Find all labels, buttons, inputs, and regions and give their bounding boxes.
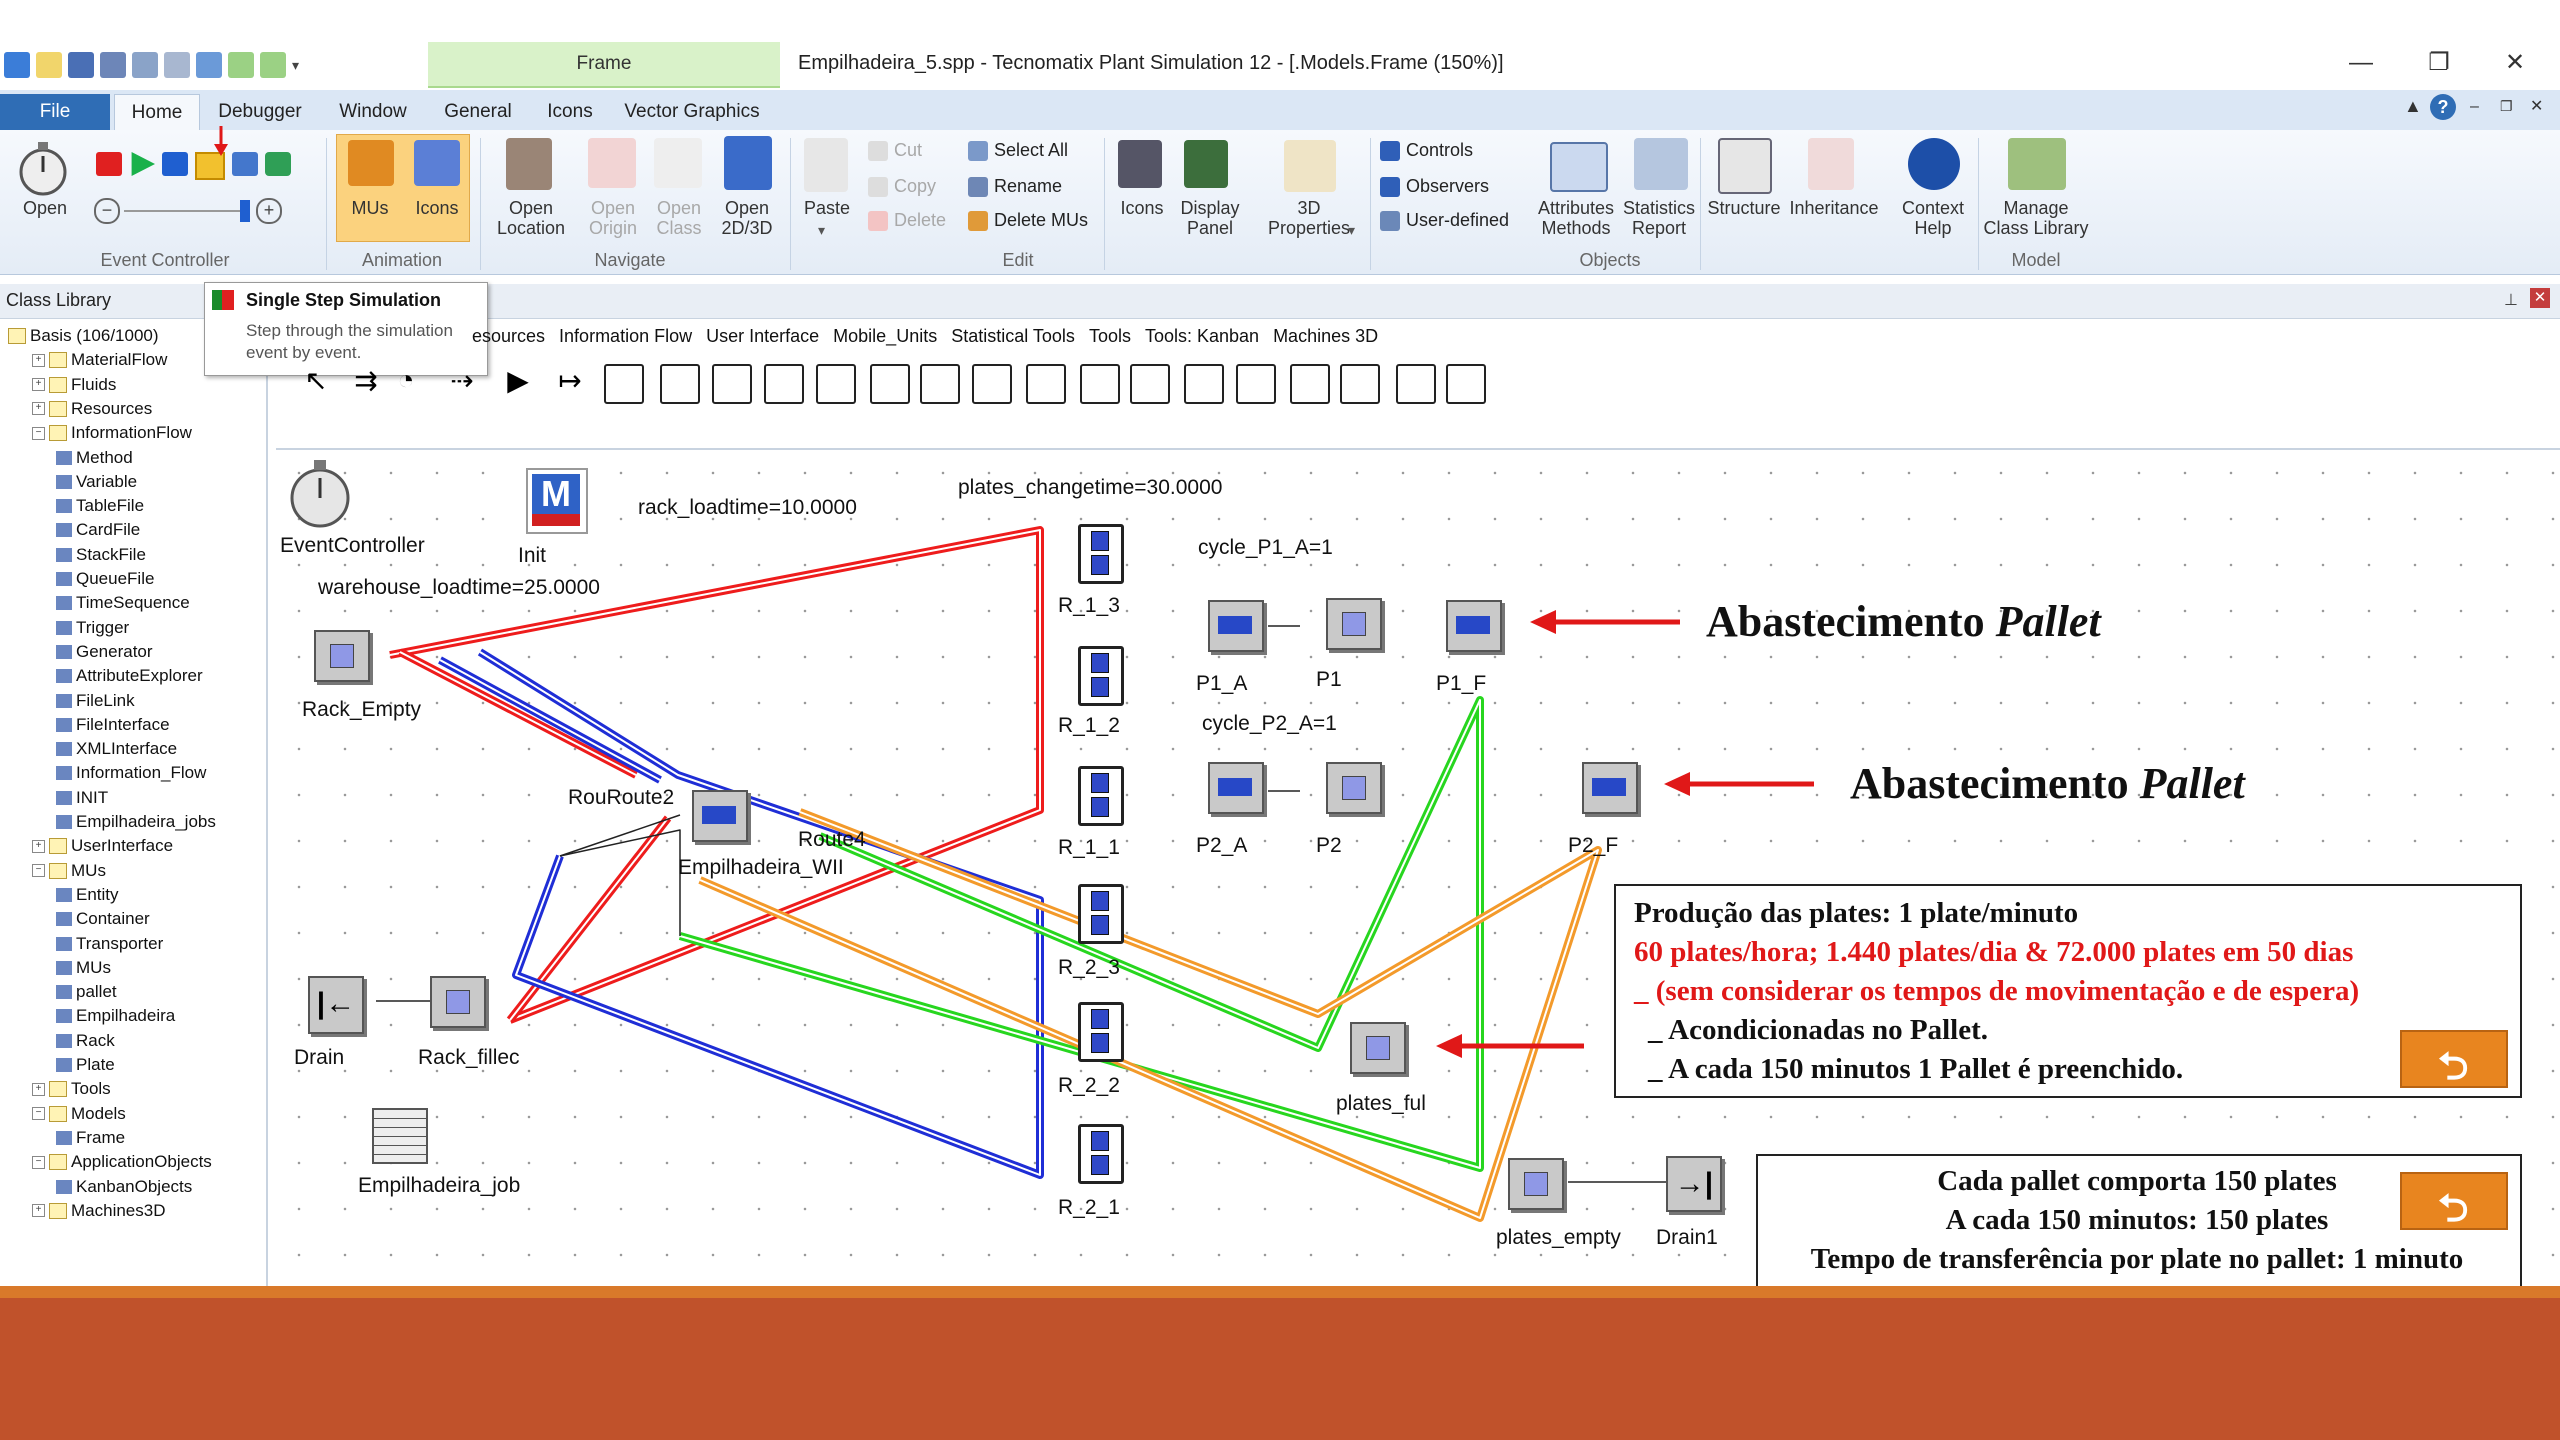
toolbox-object-icon[interactable] <box>1184 364 1224 404</box>
buffer-p1-a[interactable] <box>1208 600 1264 652</box>
toolbox-object-icon[interactable] <box>1340 364 1380 404</box>
toolbox-object-icon[interactable] <box>660 364 700 404</box>
toolbox-object-icon[interactable]: ↦ <box>552 364 588 400</box>
toolbox-object-icon[interactable] <box>604 364 644 404</box>
cycle-p2-variable[interactable]: cycle_P2_A=1 <box>1202 712 1337 736</box>
toolbox-object-icon[interactable] <box>1080 364 1120 404</box>
pallet-line-3: Tempo de transferência por plate no pall… <box>1810 1243 2464 1275</box>
production-line-4: _ Acondicionadas no Pallet. <box>1648 1014 1988 1046</box>
event-controller-icon[interactable] <box>286 456 354 532</box>
rack-loadtime-variable[interactable]: rack_loadtime=10.0000 <box>638 496 857 520</box>
toolbox-object-icon[interactable]: ▶ <box>500 364 536 400</box>
toolbox-object-icon[interactable] <box>816 364 856 404</box>
plates-changetime-variable[interactable]: plates_changetime=30.0000 <box>958 476 1222 500</box>
drain1-label: Drain1 <box>1656 1226 1718 1249</box>
rack-r-2-2-label: R_2_2 <box>1058 1074 1120 1097</box>
return-arrow-icon: ⮌ <box>2438 1188 2469 1230</box>
toolbox-object-icon[interactable] <box>1026 364 1066 404</box>
rouroute2-label: RouRoute2 <box>568 786 675 809</box>
production-info-text: Produção das plates: 1 plate/minuto 60 p… <box>1634 894 2359 1089</box>
annotation-em-1: Pallet <box>1995 597 2101 646</box>
annotation-text-2: Abastecimento <box>1850 759 2140 808</box>
toolbox-object-icon[interactable]: ◔ <box>388 364 424 400</box>
empilhadeira-jobs-table-icon[interactable] <box>372 1108 428 1164</box>
annotation-abastecimento-1: Abastecimento Pallet <box>1706 596 2101 647</box>
buffer-p2-a[interactable] <box>1208 762 1264 814</box>
rack-r-1-3-label: R_1_3 <box>1058 594 1120 617</box>
p2-label: P2 <box>1316 834 1342 857</box>
return-button-2[interactable]: ⮌ <box>2400 1172 2508 1230</box>
p1-a-label: P1_A <box>1196 672 1248 695</box>
annotation-em-2: Pallet <box>2139 759 2245 808</box>
empilhadeira-wi-buffer[interactable] <box>692 790 748 842</box>
drain-label: Drain <box>294 1046 345 1069</box>
plates-full-object[interactable] <box>1350 1022 1406 1074</box>
toolbox-object-icon[interactable] <box>1446 364 1486 404</box>
buffer-p1-f[interactable] <box>1446 600 1502 652</box>
slide-footer-band <box>0 1298 2560 1440</box>
toolbox-object-icon[interactable] <box>1396 364 1436 404</box>
rack-r-2-3[interactable] <box>1078 884 1124 944</box>
toolbox-object-icon[interactable] <box>920 364 960 404</box>
annotation-text-1: Abastecimento <box>1706 597 1996 646</box>
rack-r-1-1[interactable] <box>1078 766 1124 826</box>
plates-empty-object[interactable] <box>1508 1158 1564 1210</box>
toolbox-object-icon[interactable]: ⇢ <box>444 364 480 400</box>
empilhadeira-wi-label: Empilhadeira_WII <box>678 856 844 879</box>
rack-filled-label: Rack_fillec <box>418 1046 520 1069</box>
toolbox-object-icon[interactable] <box>870 364 910 404</box>
plates-full-label: plates_ful <box>1336 1092 1426 1115</box>
rack-empty-label: Rack_Empty <box>302 698 422 721</box>
annotation-abastecimento-2: Abastecimento Pallet <box>1850 758 2245 809</box>
toolbox-object-icon[interactable] <box>1130 364 1170 404</box>
rack-r-2-2[interactable] <box>1078 1002 1124 1062</box>
toolbox-object-icon[interactable] <box>712 364 752 404</box>
slide-accent-stripe <box>0 1286 2560 1298</box>
rack-r-2-1-label: R_2_1 <box>1058 1196 1120 1219</box>
p1-label: P1 <box>1316 668 1342 691</box>
rack-r-1-2[interactable] <box>1078 646 1124 706</box>
toolbox-object-icon[interactable] <box>764 364 804 404</box>
plates-empty-label: plates_empty <box>1496 1226 1621 1249</box>
cycle-p1-variable[interactable]: cycle_P1_A=1 <box>1198 536 1333 560</box>
toolbox-object-icon[interactable] <box>1236 364 1276 404</box>
init-label: Init <box>518 544 547 567</box>
p1-f-label: P1_F <box>1436 672 1487 695</box>
route4-label: Route4 <box>798 828 866 851</box>
buffer-p2-f[interactable] <box>1582 762 1638 814</box>
rack-empty-source[interactable] <box>314 630 370 682</box>
toolbox-object-icon[interactable] <box>972 364 1012 404</box>
toolbox-object-icon[interactable]: ⇉ <box>348 364 384 400</box>
station-p1[interactable] <box>1326 598 1382 650</box>
rack-r-2-3-label: R_2_3 <box>1058 956 1120 979</box>
production-line-1: Produção das plates: 1 plate/minuto <box>1634 897 2079 929</box>
rack-r-1-1-label: R_1_1 <box>1058 836 1120 859</box>
warehouse-loadtime-variable[interactable]: warehouse_loadtime=25.0000 <box>318 576 600 600</box>
empilhadeira-job-label: Empilhadeira_job <box>358 1174 521 1197</box>
drain-object[interactable]: |← <box>308 976 364 1034</box>
p2-f-label: P2_F <box>1568 834 1619 857</box>
production-line-2: 60 plates/hora; 1.440 plates/dia & 72.00… <box>1634 936 2354 968</box>
return-button-1[interactable]: ⮌ <box>2400 1030 2508 1088</box>
rack-r-1-2-label: R_1_2 <box>1058 714 1120 737</box>
station-p2[interactable] <box>1326 762 1382 814</box>
init-method-icon[interactable]: M <box>526 468 588 534</box>
drain1-object[interactable]: →| <box>1666 1156 1722 1212</box>
p2-a-label: P2_A <box>1196 834 1248 857</box>
rack-r-2-1[interactable] <box>1078 1124 1124 1184</box>
rack-filled-object[interactable] <box>430 976 486 1028</box>
production-line-5: _ A cada 150 minutos 1 Pallet é preenchi… <box>1648 1053 2184 1085</box>
production-line-3: _ (sem considerar os tempos de movimenta… <box>1634 975 2360 1007</box>
toolbox-object-icon[interactable]: ↖ <box>298 364 334 400</box>
event-controller-label: EventController <box>280 534 425 557</box>
rack-r-1-3[interactable] <box>1078 524 1124 584</box>
return-arrow-icon: ⮌ <box>2438 1046 2469 1088</box>
toolbox-object-icon[interactable] <box>1290 364 1330 404</box>
